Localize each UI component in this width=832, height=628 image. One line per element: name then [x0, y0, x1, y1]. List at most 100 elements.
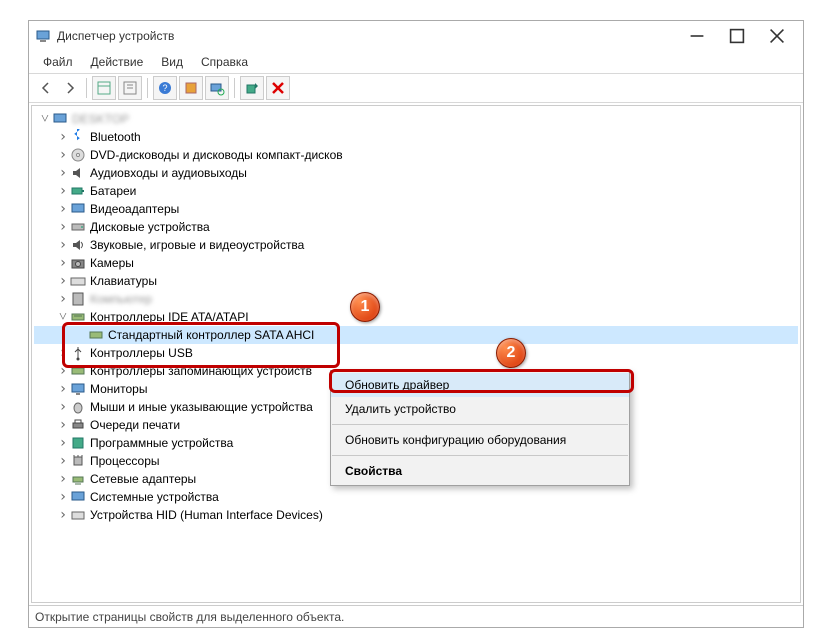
expand-icon[interactable]: ›: [56, 218, 70, 236]
tb-icon-1[interactable]: [92, 76, 116, 100]
tree-item-computer[interactable]: ›Компьютер: [34, 290, 798, 308]
expand-icon[interactable]: ›: [56, 164, 70, 182]
expand-icon[interactable]: ›: [56, 344, 70, 362]
menu-separator: [332, 424, 628, 425]
expand-icon[interactable]: ›: [56, 290, 70, 308]
tb-delete-icon[interactable]: [266, 76, 290, 100]
expand-icon[interactable]: ›: [56, 128, 70, 146]
disc-icon: [70, 147, 86, 163]
controller-icon: [88, 327, 104, 343]
computer-icon: [52, 111, 68, 127]
root-label: DESKTOP: [72, 110, 129, 128]
tb-help-icon[interactable]: ?: [153, 76, 177, 100]
expand-icon[interactable]: ›: [56, 488, 70, 506]
expand-icon[interactable]: ›: [56, 506, 70, 524]
usb-icon: [70, 345, 86, 361]
tb-scan-icon[interactable]: [205, 76, 229, 100]
keyboard-icon: [70, 273, 86, 289]
expand-icon[interactable]: ›: [56, 182, 70, 200]
menu-refresh-hw[interactable]: Обновить конфигурацию оборудования: [331, 428, 629, 452]
storage-icon: [70, 363, 86, 379]
menu-view[interactable]: Вид: [153, 53, 191, 71]
expand-icon[interactable]: ›: [56, 452, 70, 470]
expand-icon[interactable]: ›: [56, 200, 70, 218]
titlebar: Диспетчер устройств: [29, 21, 803, 51]
tb-icon-2[interactable]: [118, 76, 142, 100]
tree-item-sata[interactable]: Стандартный контроллер SATA AHCI: [34, 326, 798, 344]
expand-icon[interactable]: ›: [56, 362, 70, 380]
statusbar: Открытие страницы свойств для выделенног…: [29, 605, 803, 627]
system-icon: [70, 489, 86, 505]
monitor-icon: [70, 381, 86, 397]
menubar: Файл Действие Вид Справка: [29, 51, 803, 73]
display-icon: [70, 201, 86, 217]
content-area: ˅ DESKTOP ›Bluetooth ›DVD-дисководы и ди…: [29, 103, 803, 627]
toolbar-separator: [86, 78, 87, 98]
expand-icon[interactable]: ›: [56, 470, 70, 488]
audio-icon: [70, 165, 86, 181]
network-icon: [70, 471, 86, 487]
callout-1: 1: [350, 292, 380, 322]
cpu-icon: [70, 453, 86, 469]
forward-button[interactable]: [59, 77, 81, 99]
expand-icon[interactable]: ›: [56, 236, 70, 254]
device-manager-window: Диспетчер устройств Файл Действие Вид Сп…: [28, 20, 804, 628]
menu-properties[interactable]: Свойства: [331, 459, 629, 483]
pc-icon: [70, 291, 86, 307]
status-text: Открытие страницы свойств для выделенног…: [35, 610, 344, 624]
toolbar-separator: [147, 78, 148, 98]
printer-icon: [70, 417, 86, 433]
toolbar: ?: [29, 73, 803, 103]
minimize-button[interactable]: [677, 23, 717, 49]
tree-item-ide[interactable]: ˅Контроллеры IDE ATA/ATAPI: [34, 308, 798, 326]
mouse-icon: [70, 399, 86, 415]
collapse-icon[interactable]: ˅: [38, 110, 52, 128]
back-button[interactable]: [35, 77, 57, 99]
speaker-icon: [70, 237, 86, 253]
menu-action[interactable]: Действие: [83, 53, 152, 71]
menu-file[interactable]: Файл: [35, 53, 81, 71]
window-title: Диспетчер устройств: [57, 29, 677, 43]
tree-item-system[interactable]: ›Системные устройства: [34, 488, 798, 506]
expand-icon[interactable]: ›: [56, 416, 70, 434]
menu-help[interactable]: Справка: [193, 53, 256, 71]
close-button[interactable]: [757, 23, 797, 49]
tb-update-icon[interactable]: [240, 76, 264, 100]
toolbar-separator: [234, 78, 235, 98]
svg-text:?: ?: [162, 83, 167, 93]
tree-item-bluetooth[interactable]: ›Bluetooth: [34, 128, 798, 146]
menu-remove-device[interactable]: Удалить устройство: [331, 397, 629, 421]
tree-item-video[interactable]: ›Видеоадаптеры: [34, 200, 798, 218]
tree-item-battery[interactable]: ›Батареи: [34, 182, 798, 200]
expand-icon[interactable]: ›: [56, 434, 70, 452]
menu-separator: [332, 455, 628, 456]
expand-icon[interactable]: ›: [56, 398, 70, 416]
collapse-icon[interactable]: ˅: [56, 308, 70, 326]
tree-item-keyboard[interactable]: ›Клавиатуры: [34, 272, 798, 290]
drive-icon: [70, 219, 86, 235]
tree-item-sound[interactable]: ›Звуковые, игровые и видеоустройства: [34, 236, 798, 254]
tree-item-audio[interactable]: ›Аудиовходы и аудиовыходы: [34, 164, 798, 182]
battery-icon: [70, 183, 86, 199]
expand-icon[interactable]: ›: [56, 272, 70, 290]
expand-icon[interactable]: ›: [56, 254, 70, 272]
tb-icon-3[interactable]: [179, 76, 203, 100]
app-icon: [35, 28, 51, 44]
menu-update-driver[interactable]: Обновить драйвер: [331, 373, 629, 397]
bluetooth-icon: [70, 129, 86, 145]
device-tree[interactable]: ˅ DESKTOP ›Bluetooth ›DVD-дисководы и ди…: [31, 105, 801, 603]
expand-icon[interactable]: ›: [56, 380, 70, 398]
tree-item-hid[interactable]: ›Устройства HID (Human Interface Devices…: [34, 506, 798, 524]
software-icon: [70, 435, 86, 451]
controller-icon: [70, 309, 86, 325]
tree-item-disk[interactable]: ›Дисковые устройства: [34, 218, 798, 236]
tree-item-dvd[interactable]: ›DVD-дисководы и дисководы компакт-диско…: [34, 146, 798, 164]
maximize-button[interactable]: [717, 23, 757, 49]
context-menu: Обновить драйвер Удалить устройство Обно…: [330, 370, 630, 486]
tree-item-usb[interactable]: ›Контроллеры USB: [34, 344, 798, 362]
callout-2: 2: [496, 338, 526, 368]
tree-item-camera[interactable]: ›Камеры: [34, 254, 798, 272]
expand-icon[interactable]: ›: [56, 146, 70, 164]
tree-root[interactable]: ˅ DESKTOP: [34, 110, 798, 128]
camera-icon: [70, 255, 86, 271]
